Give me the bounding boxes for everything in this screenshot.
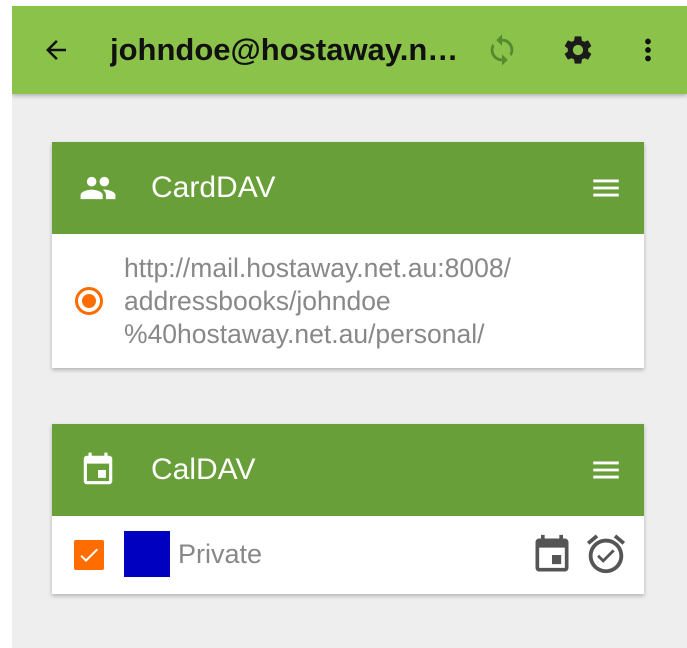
carddav-header: CardDAV — [52, 142, 644, 234]
more-vert-icon — [645, 38, 651, 62]
url-line: %40hostaway.net.au/personal/ — [124, 319, 485, 349]
caldav-header: CalDAV — [52, 424, 644, 516]
menu-icon — [593, 179, 619, 197]
sync-icon — [490, 34, 514, 66]
app-bar: johndoe@hostaway.n… — [12, 6, 687, 94]
account-title: johndoe@hostaway.n… — [110, 32, 459, 67]
arrow-back-icon — [46, 40, 66, 60]
people-icon — [79, 169, 117, 207]
caldav-card: CalDAV Private — [52, 424, 644, 594]
calendar-event-icon — [530, 533, 574, 577]
carddav-menu-button[interactable] — [586, 168, 626, 208]
gear-icon — [564, 36, 592, 64]
screen: johndoe@hostaway.n… CardDAV http://mail.… — [12, 6, 687, 648]
addressbook-item[interactable]: http://mail.hostaway.net.au:8008/ addres… — [52, 234, 644, 368]
back-button[interactable] — [38, 32, 74, 68]
calendar-checkbox[interactable] — [74, 540, 104, 570]
sync-button[interactable] — [482, 30, 522, 70]
settings-button[interactable] — [558, 30, 598, 70]
menu-icon — [593, 461, 619, 479]
url-line: addressbooks/johndoe — [124, 286, 391, 316]
carddav-title: CardDAV — [151, 171, 276, 204]
caldav-title: CalDAV — [151, 453, 256, 486]
check-icon — [80, 548, 98, 562]
overflow-menu-button[interactable] — [628, 30, 668, 70]
calendar-name: Private — [178, 539, 263, 569]
calendar-item[interactable]: Private — [52, 516, 644, 594]
addressbook-url: http://mail.hostaway.net.au:8008/ addres… — [124, 252, 624, 351]
calendar-color-swatch — [124, 531, 170, 577]
carddav-card: CardDAV http://mail.hostaway.net.au:8008… — [52, 142, 644, 368]
url-line: http://mail.hostaway.net.au:8008/ — [124, 253, 511, 283]
caldav-menu-button[interactable] — [586, 450, 626, 490]
calendar-icon — [79, 451, 117, 489]
addressbook-radio[interactable] — [74, 286, 104, 316]
alarm-check-icon — [582, 530, 630, 578]
